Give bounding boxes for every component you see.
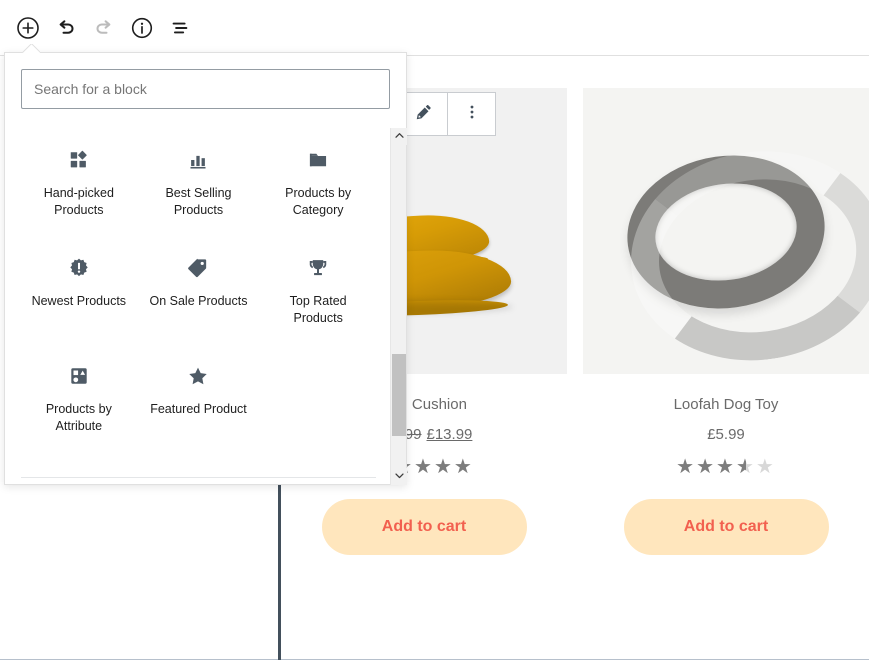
add-block-button[interactable] — [10, 10, 46, 46]
block-item-label: Products by Attribute — [45, 402, 112, 433]
newest-products-icon — [67, 256, 91, 280]
scroll-down-button[interactable] — [391, 468, 407, 485]
editor-top-toolbar — [0, 0, 869, 56]
on-sale-products-icon — [186, 256, 210, 280]
plus-circle-icon — [16, 16, 40, 40]
block-more-options-button[interactable] — [448, 93, 495, 135]
inserter-block-list: Hand-picked Products Best Selling Produc… — [5, 128, 392, 478]
block-item-label: Products by Category — [285, 186, 352, 217]
info-circle-icon — [130, 16, 154, 40]
pencil-icon — [414, 102, 434, 127]
felt-ring-shape — [617, 142, 835, 322]
redo-arrow-icon — [92, 16, 116, 40]
inserter-bottom-divider — [21, 477, 376, 478]
block-item-featured-product[interactable]: Featured Product — [139, 344, 259, 452]
product-card[interactable]: Loofah Dog Toy £5.99 ★★★★★★★★★★ Add to c… — [583, 88, 869, 555]
add-to-cart-button[interactable]: Add to cart — [623, 499, 829, 555]
block-inserter-popover: Hand-picked Products Best Selling Produc… — [4, 52, 407, 485]
featured-product-icon — [186, 364, 210, 388]
star-rating-filled: ★★★★★ — [676, 456, 746, 476]
block-item-on-sale-products[interactable]: On Sale Products — [139, 236, 259, 344]
block-item-best-selling-products[interactable]: Best Selling Products — [139, 128, 259, 236]
block-toolbar — [400, 92, 496, 136]
product-title[interactable]: Loofah Dog Toy — [583, 395, 869, 415]
undo-button[interactable] — [48, 10, 84, 46]
products-by-category-icon — [306, 148, 330, 172]
redo-button[interactable] — [86, 10, 122, 46]
block-item-label: Hand-picked Products — [43, 186, 114, 217]
inserter-block-grid: Hand-picked Products Best Selling Produc… — [5, 128, 392, 452]
edit-block-button[interactable] — [401, 93, 448, 135]
product-sale-price: £13.99 — [426, 426, 473, 443]
product-regular-price: £5.99 — [707, 426, 745, 443]
add-to-cart-button[interactable]: Add to cart — [321, 499, 527, 555]
search-input[interactable] — [21, 69, 390, 109]
block-item-hand-picked-products[interactable]: Hand-picked Products — [19, 128, 139, 236]
block-item-products-by-category[interactable]: Products by Category — [258, 128, 378, 236]
block-item-top-rated-products[interactable]: Top Rated Products — [258, 236, 378, 344]
block-item-newest-products[interactable]: Newest Products — [19, 236, 139, 344]
block-item-products-by-attribute[interactable]: Products by Attribute — [19, 344, 139, 452]
undo-arrow-icon — [54, 16, 78, 40]
star-rating-empty: ★★★★★★★★★★ — [676, 454, 776, 478]
block-item-label: Featured Product — [150, 402, 247, 416]
inserter-search-wrapper — [5, 53, 406, 125]
best-selling-products-icon — [186, 148, 210, 172]
scrollbar-thumb[interactable] — [392, 354, 406, 436]
list-view-button[interactable] — [162, 10, 198, 46]
inserter-scrollbar[interactable] — [390, 128, 407, 485]
hand-picked-products-icon — [67, 148, 91, 172]
scroll-up-button[interactable] — [391, 128, 407, 145]
block-item-label: Top Rated Products — [289, 294, 347, 325]
editor-window: Bed Cushion £17.99£13.99 ★★★★★★★★★★ Add … — [0, 0, 869, 660]
chevron-up-icon — [394, 128, 405, 146]
product-rating: ★★★★★★★★★★ — [583, 456, 869, 476]
details-button[interactable] — [124, 10, 160, 46]
popover-arrow — [22, 44, 40, 53]
block-item-label: Newest Products — [31, 294, 127, 308]
block-item-label: Best Selling Products — [165, 186, 232, 217]
ellipsis-vertical-icon — [462, 102, 482, 127]
list-view-icon — [168, 16, 192, 40]
chevron-down-icon — [394, 468, 405, 486]
block-item-label: On Sale Products — [149, 294, 248, 308]
top-rated-products-icon — [306, 256, 330, 280]
product-price: £5.99 — [583, 426, 869, 443]
product-image-loofah-dog-toy[interactable] — [583, 88, 869, 374]
products-by-attribute-icon — [67, 364, 91, 388]
